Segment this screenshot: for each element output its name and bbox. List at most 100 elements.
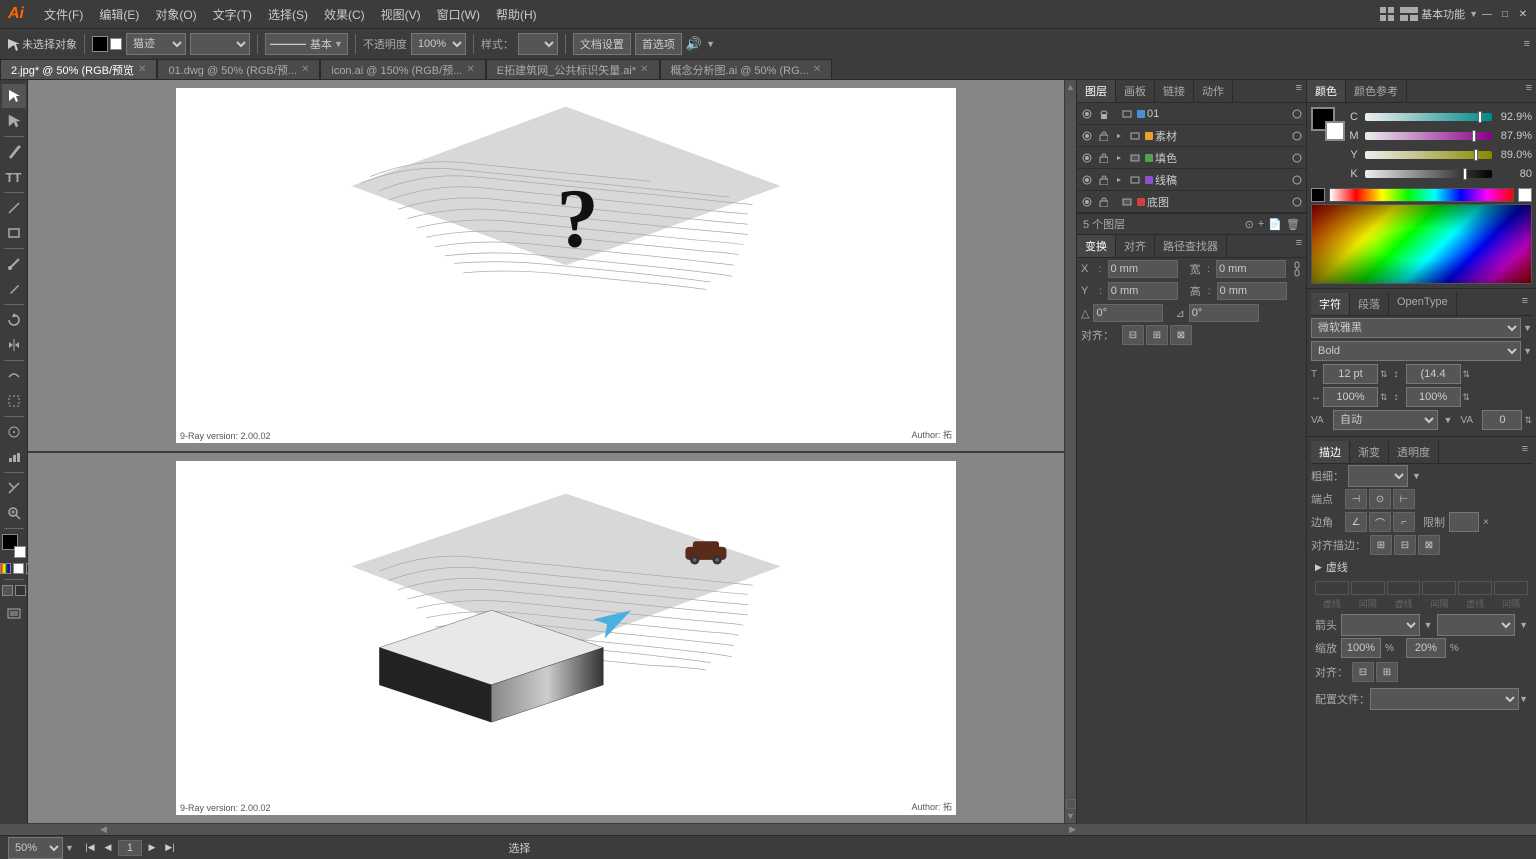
color-icon[interactable] <box>0 563 11 574</box>
tab-color[interactable]: 颜色 <box>1307 80 1346 102</box>
layer-visibility-01[interactable] <box>1080 107 1094 121</box>
tab-paragraph[interactable]: 段落 <box>1350 293 1389 315</box>
sound-icon[interactable]: 🔊 <box>686 36 702 52</box>
tab-stroke[interactable]: 描边 <box>1311 441 1350 463</box>
corner-miter-icon[interactable]: ∠ <box>1345 512 1367 532</box>
dash-pattern-2[interactable] <box>1351 581 1385 595</box>
right-scrollbar[interactable]: ▲ ▼ <box>1064 80 1076 823</box>
tab-close-2[interactable]: ✕ <box>466 64 474 75</box>
prev-page-btn[interactable]: ◀ <box>100 840 116 856</box>
spectrum-black-swatch[interactable] <box>1311 188 1325 202</box>
dash-pattern-3[interactable] <box>1387 581 1421 595</box>
tab-layers[interactable]: 图层 <box>1077 80 1116 102</box>
first-page-button[interactable]: 首选项 <box>635 33 682 55</box>
minimize-button[interactable]: — <box>1478 5 1496 23</box>
white-icon[interactable] <box>13 563 24 574</box>
tool-rectangle[interactable] <box>2 221 26 245</box>
layer-expand-xingao[interactable] <box>1112 173 1126 187</box>
tab-actions[interactable]: 动作 <box>1194 80 1233 102</box>
panel-options-icon[interactable]: ≡ <box>1524 38 1530 50</box>
tool-direct-selection[interactable] <box>2 109 26 133</box>
layer-row-01[interactable]: 01 <box>1077 103 1306 125</box>
tab-0[interactable]: 2.jpg* @ 50% (RGB/预览 ✕ <box>0 59 157 79</box>
transform-shear-input[interactable] <box>1189 304 1259 322</box>
color-y-slider[interactable] <box>1365 151 1492 159</box>
tab-gradient[interactable]: 渐变 <box>1350 441 1389 463</box>
tab-close-4[interactable]: ✕ <box>813 64 821 75</box>
tab-links[interactable]: 链接 <box>1155 80 1194 102</box>
stroke-color-box[interactable] <box>92 36 122 52</box>
align-center-icon[interactable]: ⊞ <box>1146 325 1168 345</box>
scroll-down-icon[interactable]: ▼ <box>1066 811 1075 821</box>
page-input[interactable] <box>118 840 142 856</box>
layer-expand-tianse[interactable] <box>1112 151 1126 165</box>
align-to-1[interactable]: ⊟ <box>1352 662 1374 682</box>
arrow-end-chevron[interactable]: ▼ <box>1519 620 1528 630</box>
last-page-btn[interactable]: ▶| <box>162 840 178 856</box>
layer-lock-tianse[interactable] <box>1096 151 1110 165</box>
scale-start-input[interactable] <box>1341 638 1381 658</box>
first-page-btn[interactable]: |◀ <box>82 840 98 856</box>
profile-select[interactable] <box>1370 688 1519 710</box>
make-clipping-mask-icon[interactable]: ⊙ <box>1245 218 1254 231</box>
profile-chevron[interactable]: ▼ <box>1519 694 1528 704</box>
tab-transform[interactable]: 变换 <box>1077 235 1116 257</box>
layer-target-tianse[interactable] <box>1290 151 1304 165</box>
close-button[interactable]: ✕ <box>1514 5 1532 23</box>
tool-paintbrush[interactable] <box>2 252 26 276</box>
tab-opentype[interactable]: OpenType <box>1389 293 1457 315</box>
scroll-thumb[interactable] <box>1067 96 1075 795</box>
font-size-input[interactable] <box>1323 364 1378 384</box>
size-chevrons[interactable]: ⇅ <box>1380 369 1388 380</box>
opacity-select[interactable]: 100% <box>411 33 466 55</box>
link-icon[interactable] <box>1292 261 1302 277</box>
tab-character[interactable]: 字符 <box>1311 293 1350 315</box>
tracking-chevron[interactable]: ▼ <box>1444 415 1453 425</box>
zoom-chevron[interactable]: ▼ <box>65 843 74 853</box>
layer-visibility-ditu[interactable] <box>1080 195 1094 209</box>
tracking-select[interactable]: 自动 <box>1333 410 1438 430</box>
layer-expand-sucai[interactable] <box>1112 129 1126 143</box>
layer-row-xingao[interactable]: 线稿 <box>1077 169 1306 191</box>
tool-type[interactable]: T T <box>2 165 26 189</box>
scroll-up-icon[interactable]: ▲ <box>1066 82 1075 92</box>
scale-v-input[interactable] <box>1406 387 1461 407</box>
tool-pencil[interactable] <box>2 277 26 301</box>
tab-3[interactable]: E拓建筑网_公共标识矢量.ai* ✕ <box>486 59 660 79</box>
scroll-left-icon[interactable]: ◀ <box>100 824 107 835</box>
transform-x-input[interactable] <box>1108 260 1178 278</box>
scroll-right-icon[interactable]: ▶ <box>1069 824 1076 835</box>
menu-edit[interactable]: 编辑(E) <box>91 4 147 25</box>
outline-mode-icon[interactable] <box>15 585 26 596</box>
arrow-end-select[interactable] <box>1437 614 1516 636</box>
dash-pattern-1[interactable] <box>1315 581 1349 595</box>
transform-y-input[interactable] <box>1108 282 1178 300</box>
delete-layer-icon[interactable]: 🗑 <box>1286 218 1300 231</box>
align-outside-icon[interactable]: ⊠ <box>1418 535 1440 555</box>
dashes-section-header[interactable]: ▶ 虚线 <box>1311 557 1532 577</box>
align-left-icon[interactable]: ⊟ <box>1122 325 1144 345</box>
color-c-slider[interactable] <box>1365 113 1492 121</box>
tool-free-transform[interactable] <box>2 389 26 413</box>
stroke-mode-select[interactable]: 猫迹 <box>126 33 186 55</box>
arrow-start-chevron[interactable]: ▼ <box>1424 620 1433 630</box>
fg-bg-swatch[interactable] <box>1311 107 1345 141</box>
tool-line[interactable] <box>2 196 26 220</box>
layer-lock-sucai[interactable] <box>1096 129 1110 143</box>
tab-close-0[interactable]: ✕ <box>138 64 146 75</box>
zoom-select[interactable]: 50% <box>8 837 63 859</box>
zoom-control[interactable]: 50% ▼ <box>8 837 74 859</box>
cap-round-icon[interactable]: ⊙ <box>1369 489 1391 509</box>
color-gradient-picker[interactable] <box>1311 204 1532 284</box>
transform-width-input[interactable] <box>1216 260 1286 278</box>
tool-column-graph[interactable] <box>2 445 26 469</box>
stroke-style-select[interactable] <box>190 33 250 55</box>
layer-visibility-tianse[interactable] <box>1080 151 1094 165</box>
tab-close-3[interactable]: ✕ <box>640 64 648 75</box>
tab-transparency[interactable]: 透明度 <box>1389 441 1439 463</box>
next-page-btn[interactable]: ▶ <box>144 840 160 856</box>
scale-v-chevrons[interactable]: ⇅ <box>1463 392 1471 403</box>
miter-limit-input[interactable] <box>1449 512 1479 532</box>
layer-row-sucai[interactable]: 素材 <box>1077 125 1306 147</box>
fill-stroke-swatches[interactable] <box>2 534 26 558</box>
